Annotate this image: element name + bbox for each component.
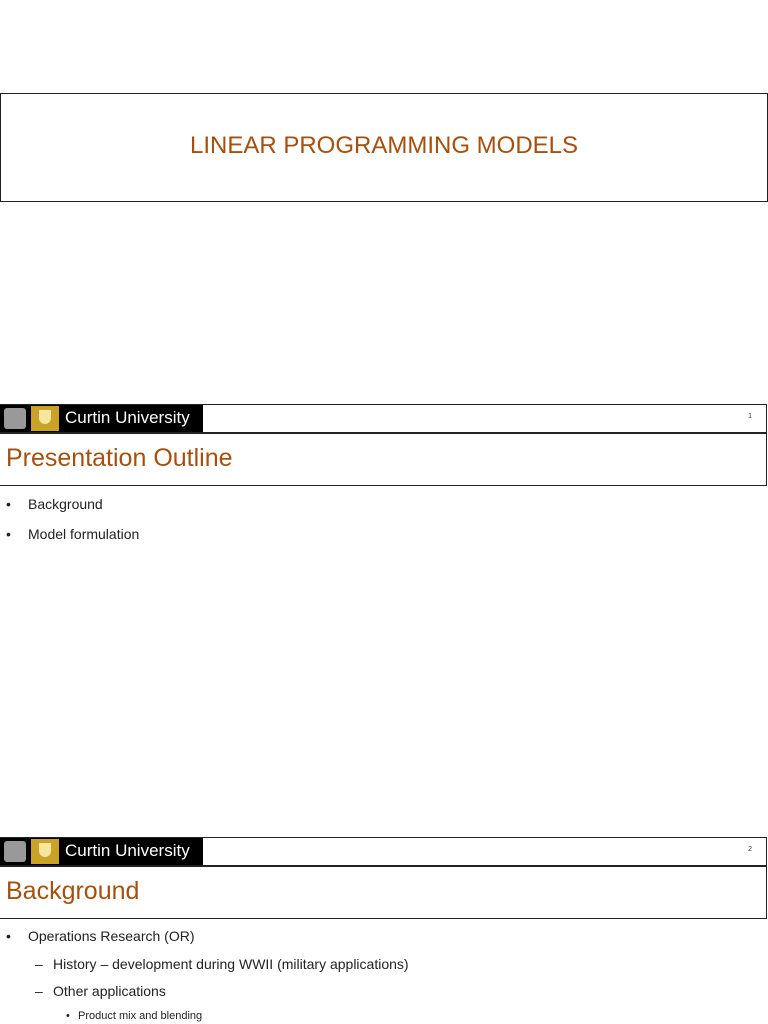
brand-name: Curtin University (65, 408, 190, 427)
curtin-logo-bar: Curtin University (0, 838, 203, 865)
shield-logo-icon (31, 839, 59, 864)
slide-title-box: Presentation Outline (0, 433, 767, 486)
curtin-logo-bar: Curtin University (0, 405, 203, 432)
bullet: Model formulation (6, 526, 139, 542)
sub-bullet: Other applications (35, 983, 166, 999)
title-slide: LINEAR PROGRAMMING MODELS (0, 93, 768, 202)
slide-title: Background (6, 877, 140, 905)
brand-name: Curtin University (65, 841, 190, 860)
slide-title: Presentation Outline (6, 444, 233, 472)
bullet: Operations Research (OR) (6, 928, 194, 944)
page-number: 2 (748, 846, 752, 853)
slide-header: Curtin University 2 (0, 837, 767, 866)
page-number: 1 (748, 413, 752, 420)
sub-bullet: History – development during WWII (milit… (35, 956, 409, 972)
bullet: Background (6, 496, 103, 512)
crest-icon (4, 408, 26, 429)
slide-title-box: Background (0, 866, 767, 919)
sub-sub-bullet: Product mix and blending (66, 1010, 202, 1022)
slide-title: LINEAR PROGRAMMING MODELS (189, 132, 579, 159)
shield-logo-icon (31, 406, 59, 431)
slide-header: Curtin University 1 (0, 404, 767, 433)
crest-icon (4, 841, 26, 862)
